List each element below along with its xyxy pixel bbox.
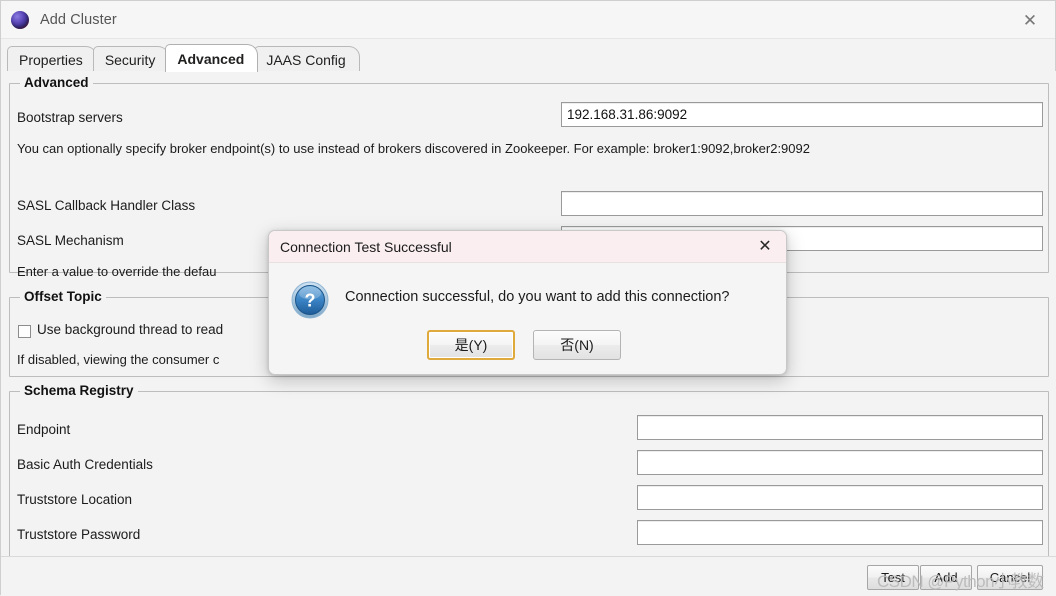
sasl-callback-handler-input[interactable] (561, 191, 1043, 216)
dialog-titlebar: Connection Test Successful ✕ (269, 231, 786, 263)
tab-jaas-config[interactable]: JAAS Config (254, 46, 360, 72)
sasl-mechanism-label: SASL Mechanism (17, 233, 124, 248)
schema-registry-group-title: Schema Registry (20, 383, 138, 398)
dialog-close-icon[interactable]: ✕ (754, 237, 776, 257)
connection-test-dialog: Connection Test Successful ✕ ? Connectio… (268, 230, 787, 375)
dialog-button-bar: Test Add Cancel (1, 556, 1056, 596)
use-background-thread-checkbox[interactable] (18, 325, 31, 338)
no-button[interactable]: 否(N) (533, 330, 621, 360)
basic-auth-credentials-label: Basic Auth Credentials (17, 457, 153, 472)
question-mark-icon: ? (291, 281, 329, 319)
add-button[interactable]: Add (920, 565, 972, 590)
endpoint-label: Endpoint (17, 422, 71, 437)
add-cluster-window: Add Cluster ✕ Properties Security Advanc… (0, 0, 1056, 596)
yes-button[interactable]: 是(Y) (427, 330, 515, 360)
cancel-button[interactable]: Cancel (977, 565, 1043, 590)
tab-advanced[interactable]: Advanced (165, 44, 259, 72)
sasl-callback-handler-label: SASL Callback Handler Class (17, 198, 196, 213)
endpoint-input[interactable] (637, 415, 1043, 440)
tab-label: Properties (19, 51, 83, 68)
close-icon[interactable]: ✕ (1013, 7, 1047, 33)
truststore-location-input[interactable] (637, 485, 1043, 510)
bootstrap-servers-help: You can optionally specify broker endpoi… (17, 141, 810, 156)
truststore-password-input[interactable] (637, 520, 1043, 545)
dialog-body: ? Connection successful, do you want to … (269, 263, 786, 374)
tab-label: Advanced (177, 50, 245, 67)
test-button[interactable]: Test (867, 565, 919, 590)
tab-security[interactable]: Security (92, 46, 170, 72)
offset-topic-help: If disabled, viewing the consumer c (17, 352, 220, 367)
tab-label: Security (104, 51, 156, 68)
bootstrap-servers-label: Bootstrap servers (17, 110, 123, 125)
bootstrap-servers-input[interactable] (561, 102, 1043, 127)
basic-auth-credentials-input[interactable] (637, 450, 1043, 475)
tab-bar: Properties Security Advanced JAAS Config (1, 39, 1055, 72)
tab-label: JAAS Config (266, 51, 346, 68)
dialog-message: Connection successful, do you want to ad… (345, 289, 730, 305)
sasl-mechanism-help: Enter a value to override the defau (17, 264, 217, 279)
kafka-sphere-icon (11, 10, 29, 29)
truststore-location-label: Truststore Location (17, 492, 133, 507)
offset-topic-group-title: Offset Topic (20, 289, 106, 304)
advanced-group-title: Advanced (20, 75, 93, 90)
svg-text:?: ? (305, 291, 316, 311)
tab-properties[interactable]: Properties (7, 46, 97, 72)
use-background-thread-label: Use background thread to read (37, 322, 224, 337)
window-title: Add Cluster (40, 11, 117, 28)
window-titlebar: Add Cluster ✕ (1, 1, 1055, 39)
truststore-password-label: Truststore Password (17, 527, 141, 542)
dialog-title: Connection Test Successful (280, 238, 452, 255)
